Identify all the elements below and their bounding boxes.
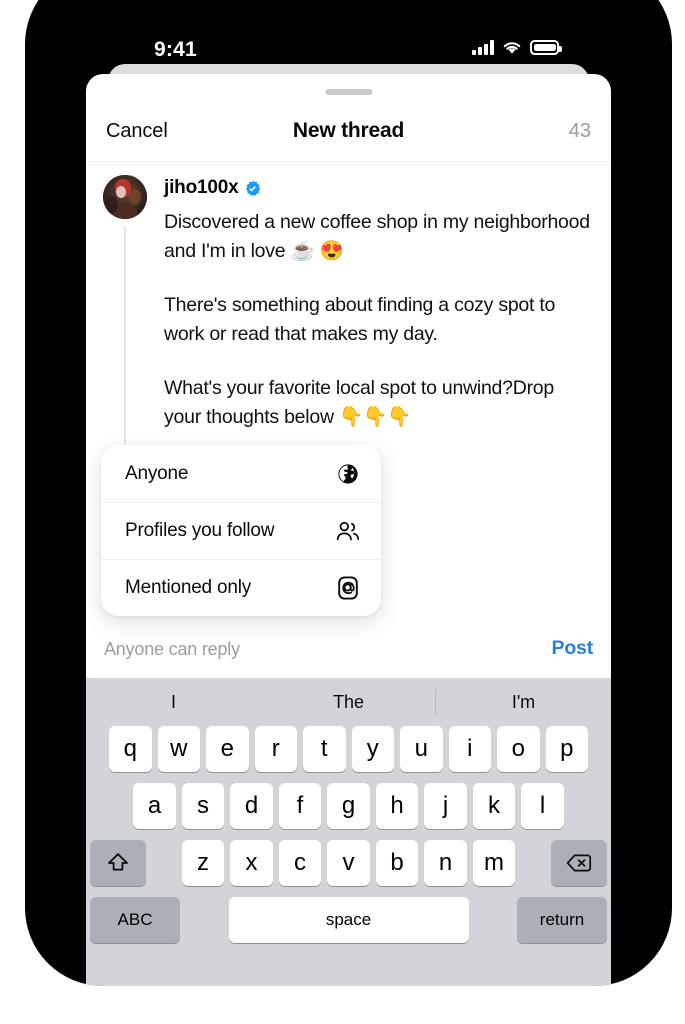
reply-settings-bar: Anyone can reply Post — [86, 626, 611, 679]
key-s[interactable]: s — [181, 783, 225, 829]
key-r[interactable]: r — [254, 726, 297, 772]
key-c[interactable]: c — [278, 840, 322, 886]
post-author-row: jiho100x — [164, 176, 596, 200]
menu-item-anyone[interactable]: Anyone — [101, 445, 381, 502]
key-b[interactable]: b — [375, 840, 419, 886]
key-p[interactable]: p — [545, 726, 588, 772]
post-button[interactable]: Post — [552, 637, 594, 660]
avatar-image — [103, 175, 147, 219]
screenshot-root: 9:41 Cancel New thread 43 jiho100x Disco… — [0, 0, 685, 1024]
shift-key[interactable] — [90, 840, 146, 886]
key-m[interactable]: m — [472, 840, 516, 886]
key-q[interactable]: q — [109, 726, 152, 772]
post-paragraph[interactable]: Discovered a new coffee shop in my neigh… — [164, 208, 596, 266]
menu-item-mentioned-only[interactable]: Mentioned only — [101, 559, 381, 616]
post-content: jiho100x Discovered a new coffee shop in… — [164, 176, 596, 432]
character-count: 43 — [568, 120, 591, 142]
status-time: 9:41 — [154, 38, 197, 61]
device-screen: 9:41 Cancel New thread 43 jiho100x Disco… — [86, 0, 611, 986]
key-d[interactable]: d — [230, 783, 273, 829]
key-k[interactable]: k — [472, 783, 516, 829]
people-icon — [336, 519, 360, 543]
key-i[interactable]: i — [448, 726, 491, 772]
sheet-header: Cancel New thread 43 — [86, 104, 611, 162]
key-u[interactable]: u — [400, 726, 443, 772]
key-l[interactable]: l — [521, 783, 564, 829]
keyboard-row-1: q w e r t y u i o p — [86, 726, 611, 772]
avatar[interactable] — [103, 175, 147, 219]
on-screen-keyboard: I The I'm q w e r t y u i o p a s d f g … — [86, 678, 611, 986]
key-j[interactable]: j — [424, 783, 467, 829]
battery-icon — [530, 40, 562, 55]
new-thread-sheet: Cancel New thread 43 jiho100x Discovered… — [86, 74, 611, 986]
post-paragraph[interactable]: What's your favorite local spot to unwin… — [164, 374, 596, 432]
key-n[interactable]: n — [424, 840, 467, 886]
keyboard-row-4: ABC space return — [86, 897, 611, 943]
abc-key[interactable]: ABC — [90, 897, 180, 943]
menu-item-profiles-you-follow[interactable]: Profiles you follow — [101, 502, 381, 559]
key-f[interactable]: f — [278, 783, 322, 829]
key-g[interactable]: g — [327, 783, 370, 829]
wifi-icon — [503, 42, 521, 54]
key-y[interactable]: y — [351, 726, 394, 772]
key-h[interactable]: h — [375, 783, 419, 829]
audience-status-label[interactable]: Anyone can reply — [104, 639, 240, 660]
verified-badge-icon — [246, 180, 261, 196]
device-frame: 9:41 Cancel New thread 43 jiho100x Disco… — [25, 0, 672, 986]
suggestion-2[interactable]: I'm — [436, 692, 611, 713]
keyboard-row-2: a s d f g h j k l — [86, 783, 611, 829]
key-a[interactable]: a — [133, 783, 176, 829]
key-v[interactable]: v — [327, 840, 370, 886]
menu-item-label: Profiles you follow — [125, 520, 275, 541]
sheet-grabber[interactable] — [325, 89, 372, 95]
key-o[interactable]: o — [497, 726, 540, 772]
signal-icon — [472, 40, 494, 55]
menu-item-label: Mentioned only — [125, 577, 252, 598]
backspace-icon — [566, 854, 592, 872]
post-paragraph[interactable]: There's something about finding a cozy s… — [164, 291, 596, 349]
audience-dropdown-menu: Anyone Profiles you follow Mentioned onl… — [101, 445, 381, 616]
globe-icon — [336, 462, 360, 486]
backspace-key[interactable] — [551, 840, 607, 886]
row3-letter-keys: z x c v b n m — [181, 840, 516, 886]
at-mention-icon — [336, 576, 360, 600]
key-z[interactable]: z — [181, 840, 225, 886]
suggestion-1[interactable]: The — [261, 692, 436, 713]
username[interactable]: jiho100x — [164, 177, 239, 199]
return-key[interactable]: return — [517, 897, 607, 943]
space-key[interactable]: space — [228, 897, 469, 943]
shift-icon — [108, 853, 128, 871]
key-w[interactable]: w — [157, 726, 200, 772]
key-t[interactable]: t — [303, 726, 346, 772]
suggestion-0[interactable]: I — [86, 692, 261, 713]
suggestion-bar: I The I'm — [86, 678, 611, 726]
page-title: New thread — [292, 119, 405, 142]
keyboard-row-3: z x c v b n m — [86, 840, 611, 886]
menu-item-label: Anyone — [125, 462, 189, 484]
status-indicators — [472, 40, 562, 55]
key-e[interactable]: e — [206, 726, 249, 772]
key-x[interactable]: x — [230, 840, 273, 886]
